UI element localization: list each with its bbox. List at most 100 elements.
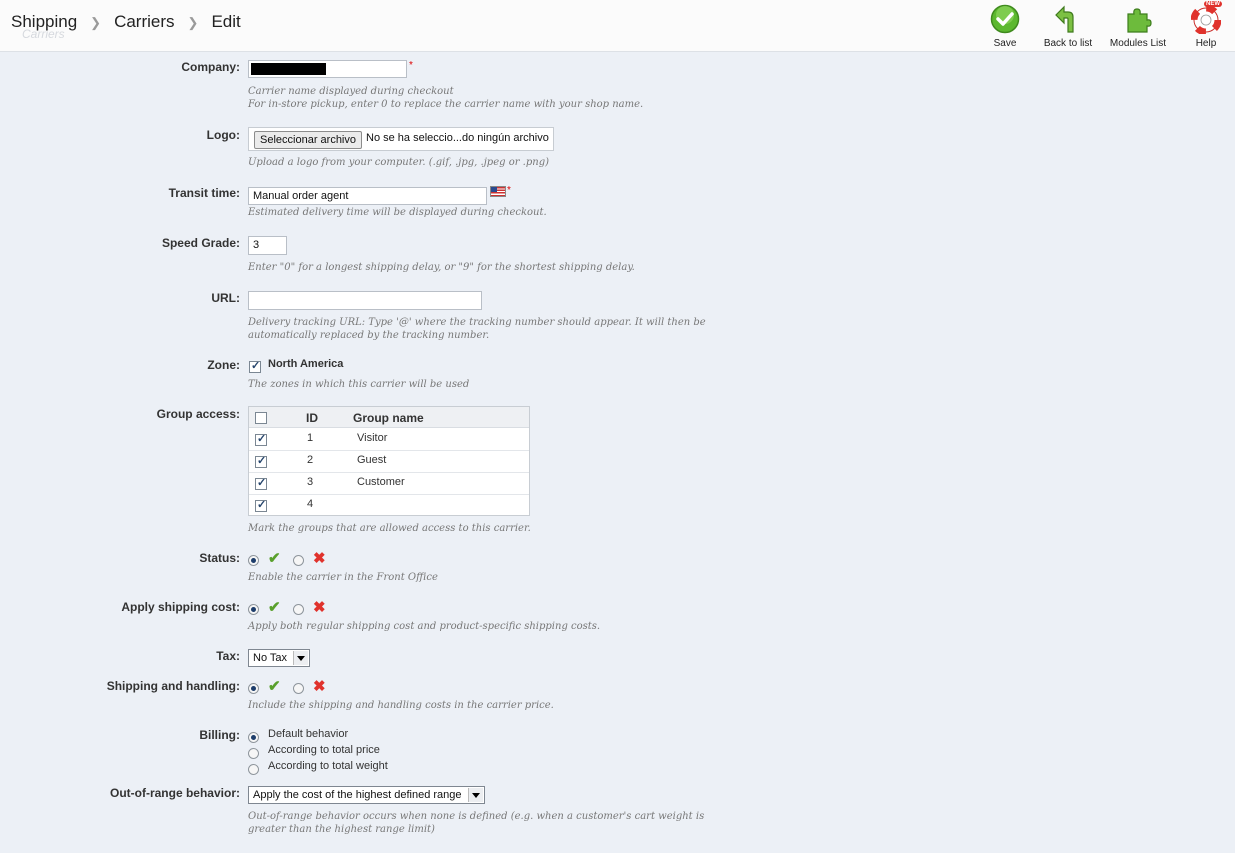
zone-option: North America bbox=[268, 358, 344, 370]
logo-label: Logo: bbox=[206, 128, 240, 142]
redacted-value bbox=[251, 63, 326, 75]
carrier-edit-form: Company: * Carrier name displayed during… bbox=[0, 51, 1235, 853]
group-checkbox[interactable] bbox=[255, 432, 267, 446]
tax-label: Tax: bbox=[216, 649, 240, 663]
required-mark: * bbox=[507, 185, 511, 196]
file-status: No se ha seleccio...do ningún archivo bbox=[366, 132, 549, 144]
group-name: Guest bbox=[357, 454, 387, 466]
check-icon: ✔ bbox=[268, 599, 281, 616]
select-all-checkbox[interactable] bbox=[255, 412, 267, 424]
cross-icon: ✖ bbox=[313, 599, 326, 616]
save-label: Save bbox=[993, 38, 1017, 49]
speed-grade-input[interactable]: 3 bbox=[248, 236, 287, 255]
group-access-hint: Mark the groups that are allowed access … bbox=[248, 523, 531, 534]
dropdown-arrow-icon bbox=[468, 788, 483, 802]
breadcrumb-carriers[interactable]: Carriers bbox=[114, 12, 174, 32]
billing-default-radio[interactable] bbox=[248, 732, 259, 743]
shipping-cost-yes-radio[interactable] bbox=[248, 604, 259, 615]
breadcrumb: Shipping ❯ Carriers ❯ Edit bbox=[11, 12, 241, 32]
back-label: Back to list bbox=[1043, 38, 1093, 49]
group-id: 4 bbox=[307, 498, 314, 510]
zone-label: Zone: bbox=[207, 358, 240, 372]
company-hint-2: For in-store pickup, enter 0 to replace … bbox=[248, 99, 644, 110]
url-label: URL: bbox=[211, 291, 240, 305]
billing-label: Billing: bbox=[199, 728, 240, 742]
cross-icon: ✖ bbox=[313, 678, 326, 695]
col-group-name: Group name bbox=[353, 411, 424, 425]
group-table: ID Group name 1 Visitor 2 Guest 3 Custom… bbox=[248, 406, 530, 516]
breadcrumb-edit: Edit bbox=[211, 12, 241, 31]
billing-option: Default behavior bbox=[268, 728, 349, 740]
company-label: Company: bbox=[181, 60, 240, 74]
status-no-radio[interactable] bbox=[293, 555, 304, 566]
back-to-list-button[interactable]: Back to list bbox=[1033, 3, 1103, 49]
choose-file-button[interactable]: Seleccionar archivo bbox=[254, 131, 362, 149]
top-bar: Carriers Shipping ❯ Carriers ❯ Edit Save… bbox=[0, 0, 1235, 52]
puzzle-icon bbox=[1123, 4, 1153, 34]
cross-icon: ✖ bbox=[313, 550, 326, 567]
group-id: 1 bbox=[307, 432, 314, 444]
billing-price-radio[interactable] bbox=[248, 748, 259, 759]
chevron-right-icon: ❯ bbox=[90, 15, 102, 30]
logo-hint: Upload a logo from your computer. (.gif,… bbox=[248, 157, 550, 168]
range-select[interactable]: Apply the cost of the highest defined ra… bbox=[248, 786, 485, 804]
lifebuoy-icon: NEW bbox=[1190, 1, 1222, 36]
help-label: Help bbox=[1195, 38, 1217, 49]
speed-grade-hint: Enter "0" for a longest shipping delay, … bbox=[248, 262, 635, 273]
company-hint: Carrier name displayed during checkout bbox=[248, 86, 454, 97]
check-icon: ✔ bbox=[268, 678, 281, 695]
transit-label: Transit time: bbox=[168, 186, 240, 200]
back-arrow-icon bbox=[1053, 4, 1083, 34]
table-row: 3 Customer bbox=[249, 472, 529, 495]
zone-checkbox[interactable] bbox=[249, 359, 261, 373]
billing-option: According to total price bbox=[268, 744, 380, 756]
us-flag-icon[interactable] bbox=[490, 186, 506, 197]
help-button[interactable]: NEW Help bbox=[1171, 1, 1235, 49]
table-row: 1 Visitor bbox=[249, 428, 529, 451]
handling-yes-radio[interactable] bbox=[248, 683, 259, 694]
dropdown-arrow-icon bbox=[293, 651, 308, 665]
range-hint: Out-of-range behavior occurs when none i… bbox=[248, 811, 705, 822]
group-id: 2 bbox=[307, 454, 314, 466]
company-input[interactable] bbox=[248, 60, 407, 78]
shipping-cost-no-radio[interactable] bbox=[293, 604, 304, 615]
url-input[interactable] bbox=[248, 291, 482, 310]
billing-option: According to total weight bbox=[268, 760, 388, 772]
url-hint-2: automatically replaced by the tracking n… bbox=[248, 330, 490, 341]
speed-grade-label: Speed Grade: bbox=[161, 236, 240, 250]
modules-label: Modules List bbox=[1109, 38, 1167, 49]
group-name: Visitor bbox=[357, 432, 388, 444]
logo-file-input[interactable]: Seleccionar archivo No se ha seleccio...… bbox=[248, 127, 554, 151]
group-checkbox[interactable] bbox=[255, 498, 267, 512]
group-checkbox[interactable] bbox=[255, 476, 267, 490]
col-id: ID bbox=[306, 411, 318, 425]
range-value: Apply the cost of the highest defined ra… bbox=[253, 789, 462, 801]
transit-hint: Estimated delivery time will be displaye… bbox=[248, 207, 547, 218]
status-label: Status: bbox=[199, 551, 240, 565]
save-button[interactable]: Save bbox=[970, 3, 1040, 49]
group-checkbox[interactable] bbox=[255, 454, 267, 468]
handling-label: Shipping and handling: bbox=[106, 679, 240, 693]
group-name: Customer bbox=[357, 476, 405, 488]
handling-no-radio[interactable] bbox=[293, 683, 304, 694]
shipping-cost-label: Apply shipping cost: bbox=[121, 600, 240, 614]
tax-select[interactable]: No Tax bbox=[248, 649, 310, 667]
breadcrumb-shipping[interactable]: Shipping bbox=[11, 12, 77, 32]
range-label: Out-of-range behavior: bbox=[109, 786, 240, 800]
transit-input[interactable]: Manual order agent bbox=[248, 187, 487, 205]
handling-hint: Include the shipping and handling costs … bbox=[248, 700, 554, 711]
table-row: 2 Guest bbox=[249, 450, 529, 473]
new-badge: NEW bbox=[1204, 1, 1222, 7]
status-yes-radio[interactable] bbox=[248, 555, 259, 566]
required-mark: * bbox=[409, 60, 413, 71]
url-hint: Delivery tracking URL: Type '@' where th… bbox=[248, 317, 706, 328]
group-id: 3 bbox=[307, 476, 314, 488]
billing-weight-radio[interactable] bbox=[248, 764, 259, 775]
chevron-right-icon: ❯ bbox=[187, 15, 199, 30]
save-check-icon bbox=[990, 4, 1020, 34]
range-hint-2: greater than the highest range limit) bbox=[248, 824, 435, 835]
modules-list-button[interactable]: Modules List bbox=[1103, 3, 1173, 49]
group-access-label: Group access: bbox=[156, 407, 240, 421]
zone-hint: The zones in which this carrier will be … bbox=[248, 379, 470, 390]
status-hint: Enable the carrier in the Front Office bbox=[248, 572, 438, 583]
